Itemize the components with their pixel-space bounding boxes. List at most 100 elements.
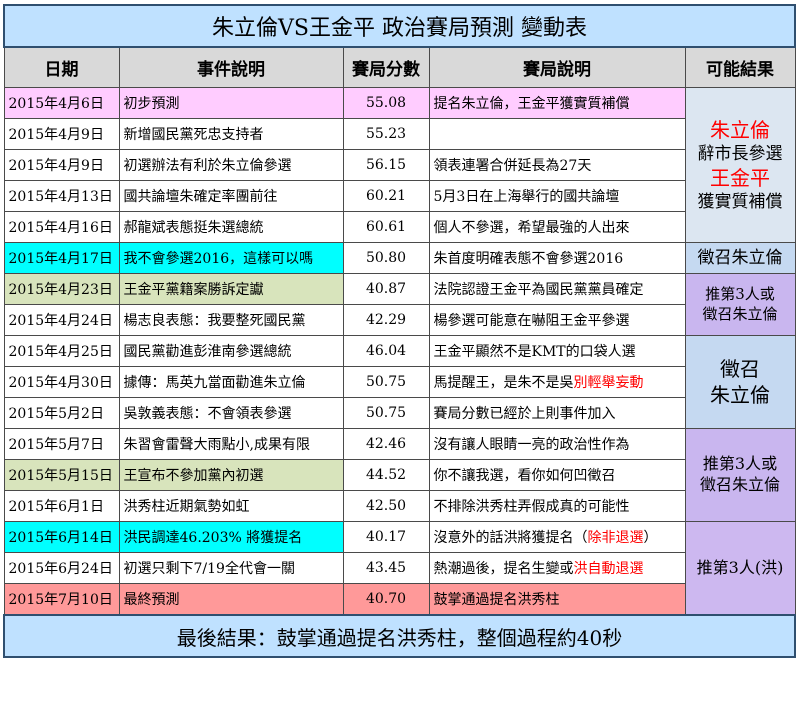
row-event: 郝龍斌表態挺朱選總統: [118, 211, 344, 243]
header-result: 可能結果: [684, 46, 796, 88]
result-line: 獲實質補償: [697, 192, 783, 212]
row-event: 新增國民黨死忠支持者: [118, 118, 344, 150]
row-score: 40.17: [342, 521, 430, 553]
row-score: 55.23: [342, 118, 430, 150]
result-line: 王金平: [710, 166, 770, 190]
final-result-footer: 最後結果：鼓掌通過提名洪秀柱，整個過程約40秒: [3, 614, 796, 658]
result-line: 徵召: [720, 357, 760, 381]
row-event: 王宣布不參加黨內初選: [118, 459, 344, 491]
table-row: 2015年4月25日 國民黨勸進彭淮南參選總統 46.04 王金平顯然不是KMT…: [3, 335, 796, 429]
table-row: 2015年4月9日 初選辦法有利於朱立倫參選 56.15 領表連署合併延長為27…: [3, 149, 795, 181]
row-date: 2015年4月25日: [3, 335, 120, 367]
table-row: 2015年6月24日 初選只剩下7/19全代會一關 43.45 熱潮過後，提名生…: [3, 552, 795, 584]
prediction-table: 朱立倫VS王金平 政治賽局預測 變動表 日期 事件說明 賽局分數 賽局說明 可能…: [3, 4, 796, 658]
desc-text: 熱潮過後，提名生變或: [433, 561, 574, 577]
result-line: 朱立倫: [710, 117, 770, 142]
row-event: 國共論壇朱確定率團前往: [118, 180, 344, 212]
header-date: 日期: [3, 46, 120, 88]
table-row: 2015年6月1日 洪秀柱近期氣勢如虹 42.50 不排除洪秀柱弄假成真的可能性: [3, 490, 795, 522]
row-date: 2015年4月23日: [3, 273, 120, 305]
table-row: 2015年4月30日 據傳：馬英九當面勸進朱立倫 50.75 馬提醒王，是朱不是…: [3, 366, 795, 398]
row-desc: 朱首度明確表態不會參選2016: [428, 242, 686, 274]
row-score: 42.46: [342, 428, 430, 460]
result-group-2: 徵召朱立倫: [684, 242, 796, 274]
row-date: 2015年6月14日: [3, 521, 120, 553]
row-desc: 不排除洪秀柱弄假成真的可能性: [428, 490, 686, 522]
row-date: 2015年4月9日: [3, 149, 120, 181]
row-desc: 馬提醒王，是朱不是吳別輕舉妄動: [428, 366, 686, 398]
row-date: 2015年5月2日: [3, 397, 120, 429]
table-row: 2015年6月14日 洪民調達46.203% 將獲提名 40.17 沒意外的話洪…: [3, 521, 796, 616]
result-line: 辭市長參選: [697, 143, 783, 164]
header-score: 賽局分數: [342, 46, 430, 88]
desc-text: 沒意外的話洪將獲提名（: [433, 530, 588, 546]
row-desc: 熱潮過後，提名生變或洪自動退選: [428, 552, 686, 584]
row-desc: 楊參選可能意在嚇阻王金平參選: [428, 304, 686, 336]
result-group-1: 朱立倫 辭市長參選 王金平 獲實質補償: [684, 87, 796, 243]
row-score: 60.21: [342, 180, 430, 212]
row-date: 2015年5月7日: [3, 428, 120, 460]
table-row: 2015年7月10日 最終預測 40.70 鼓掌通過提名洪秀柱: [3, 583, 795, 616]
row-desc: 鼓掌通過提名洪秀柱: [428, 583, 686, 616]
result-line: 推第3人或: [702, 454, 778, 474]
row-score: 42.29: [342, 304, 430, 336]
result-group-5: 推第3人或 徵召朱立倫: [684, 428, 796, 522]
result-line: 朱立倫: [710, 383, 770, 407]
row-score: 44.52: [342, 459, 430, 491]
row-desc: 個人不參選，希望最強的人出來: [428, 211, 686, 243]
header-desc: 賽局說明: [428, 46, 686, 88]
header-event: 事件說明: [118, 46, 344, 88]
row-date: 2015年6月1日: [3, 490, 120, 522]
result-group-6: 推第3人(洪): [684, 521, 796, 616]
row-date: 2015年7月10日: [3, 583, 120, 616]
table-row: 2015年5月7日 朱習會雷聲大雨點小,成果有限 42.46 沒有讓人眼睛一亮的…: [3, 428, 796, 522]
row-desc: 你不讓我選，看你如何凹徵召: [428, 459, 686, 491]
row-event: 據傳：馬英九當面勸進朱立倫: [118, 366, 344, 398]
row-desc: 提名朱立倫，王金平獲實質補償: [428, 87, 686, 119]
row-event: 最終預測: [118, 583, 344, 616]
row-event: 王金平黨籍案勝訴定讞: [118, 273, 344, 305]
row-date: 2015年4月24日: [3, 304, 120, 336]
row-event: 國民黨勸進彭淮南參選總統: [118, 335, 344, 367]
row-score: 50.80: [342, 242, 430, 274]
row-date: 2015年4月13日: [3, 180, 120, 212]
row-score: 42.50: [342, 490, 430, 522]
row-event: 吳敦義表態：不會領表參選: [118, 397, 344, 429]
desc-warning: 除非退選: [587, 530, 644, 546]
table-row: 2015年4月6日 初步預測 55.08 提名朱立倫，王金平獲實質補償 朱立倫 …: [3, 87, 796, 243]
row-date: 2015年4月6日: [3, 87, 120, 119]
table-row: 2015年5月15日 王宣布不參加黨內初選 44.52 你不讓我選，看你如何凹徵…: [3, 459, 795, 491]
row-score: 56.15: [342, 149, 430, 181]
result-group-4: 徵召 朱立倫: [684, 335, 796, 429]
row-event: 初步預測: [118, 87, 344, 119]
row-desc: 沒意外的話洪將獲提名（除非退選）: [428, 521, 686, 553]
table-row: 2015年4月9日 新增國民黨死忠支持者 55.23: [3, 118, 795, 150]
table-title: 朱立倫VS王金平 政治賽局預測 變動表: [3, 4, 796, 48]
desc-text: 馬提醒王，是朱不是吳: [433, 375, 574, 391]
row-date: 2015年4月17日: [3, 242, 120, 274]
table-row: 2015年4月13日 國共論壇朱確定率團前往 60.21 5月3日在上海舉行的國…: [3, 180, 795, 212]
row-score: 40.87: [342, 273, 430, 305]
row-desc: 領表連署合併延長為27天: [428, 149, 686, 181]
row-score: 55.08: [342, 87, 430, 119]
row-event: 洪民調達46.203% 將獲提名: [118, 521, 344, 553]
table-row: 2015年4月23日 王金平黨籍案勝訴定讞 40.87 法院認證王金平為國民黨黨…: [3, 273, 796, 336]
result-line: 徵召朱立倫: [702, 304, 778, 323]
table-row: 2015年4月24日 楊志良表態：我要整死國民黨 42.29 楊參選可能意在嚇阻…: [3, 304, 795, 336]
row-desc: [428, 118, 686, 150]
row-score: 50.75: [342, 397, 430, 429]
row-event: 初選辦法有利於朱立倫參選: [118, 149, 344, 181]
result-group-3: 推第3人或 徵召朱立倫: [684, 273, 796, 336]
result-line: 徵召朱立倫: [699, 475, 780, 494]
row-score: 43.45: [342, 552, 430, 584]
table-row: 2015年5月2日 吳敦義表態：不會領表參選 50.75 賽局分數已經於上則事件…: [3, 397, 795, 429]
row-event: 我不會參選2016，這樣可以嗎: [118, 242, 344, 274]
desc-warning: 洪自動退選: [573, 561, 644, 577]
row-date: 2015年5月15日: [3, 459, 120, 491]
row-desc: 5月3日在上海舉行的國共論壇: [428, 180, 686, 212]
row-date: 2015年4月30日: [3, 366, 120, 398]
result-line: 推第3人或: [705, 285, 775, 303]
table-row: 2015年4月16日 郝龍斌表態挺朱選總統 60.61 個人不參選，希望最強的人…: [3, 211, 795, 243]
row-event: 洪秀柱近期氣勢如虹: [118, 490, 344, 522]
row-event: 楊志良表態：我要整死國民黨: [118, 304, 344, 336]
